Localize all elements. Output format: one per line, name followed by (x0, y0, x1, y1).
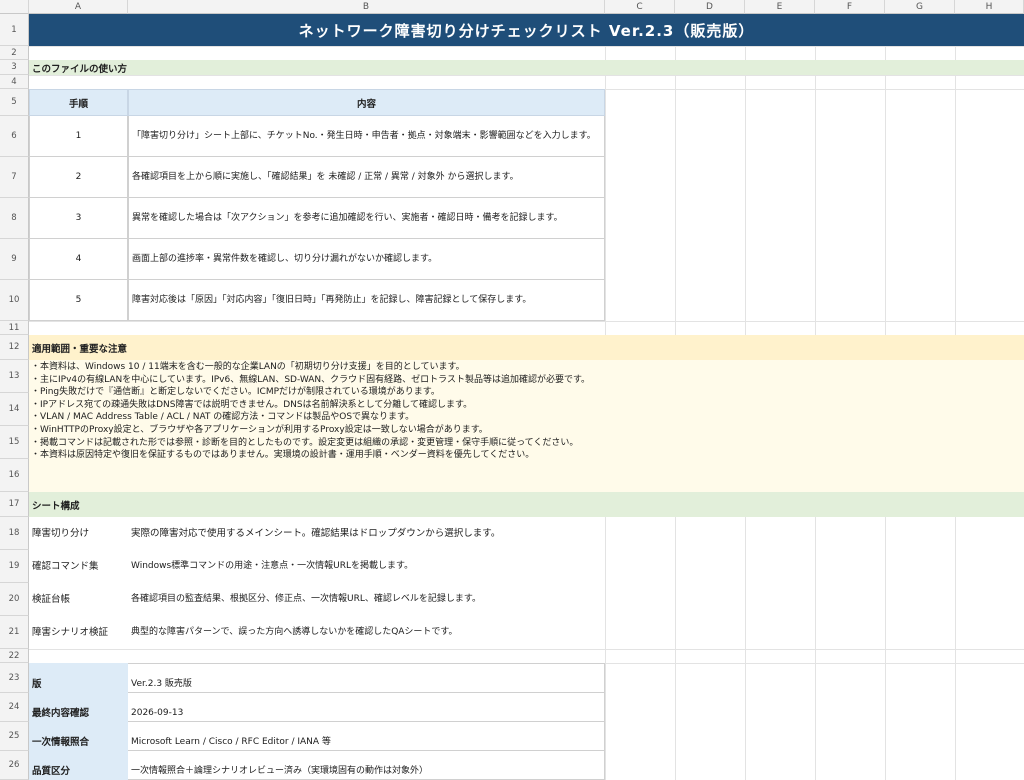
row-header[interactable]: 23 (0, 663, 29, 693)
gridline (29, 649, 1024, 650)
column-header-b[interactable]: B (128, 0, 605, 14)
row-header[interactable]: 12 (0, 335, 29, 360)
row-header[interactable]: 16 (0, 459, 29, 492)
row-header[interactable]: 25 (0, 722, 29, 751)
section-heading-scope[interactable]: 適用範囲・重要な注意 (29, 335, 1024, 360)
note-item: ・本資料は原因特定や復旧を保証するものではありません。実環境の設計書・運用手順・… (31, 450, 535, 461)
row-header[interactable]: 4 (0, 75, 29, 89)
meta-key[interactable]: 版 (29, 663, 128, 693)
note-item: ・主にIPv4の有線LANを中心にしています。IPv6、無線LAN、SD-WAN… (31, 374, 591, 385)
step-number[interactable]: 4 (29, 239, 128, 280)
column-header-g[interactable]: G (885, 0, 955, 14)
row-header[interactable]: 24 (0, 693, 29, 722)
column-header-c[interactable]: C (605, 0, 675, 14)
sheet-name[interactable]: 障害切り分け (29, 517, 128, 550)
sheet-description[interactable]: 典型的な障害パターンで、誤った方向へ誘導しないかを確認したQAシートです。 (128, 616, 605, 649)
row-header[interactable]: 3 (0, 60, 29, 75)
sheet-description[interactable]: Windows標準コマンドの用途・注意点・一次情報URLを掲載します。 (128, 550, 605, 583)
row-header[interactable]: 5 (0, 89, 29, 116)
meta-key[interactable]: 一次情報照合 (29, 722, 128, 751)
section-heading-usage[interactable]: このファイルの使い方 (29, 60, 1024, 75)
step-description[interactable]: 各確認項目を上から順に実施し、「確認結果」を 未確認 / 正常 / 異常 / 対… (128, 157, 605, 198)
row-header[interactable]: 21 (0, 616, 29, 649)
step-number[interactable]: 2 (29, 157, 128, 198)
row-header[interactable]: 22 (0, 649, 29, 663)
column-header-f[interactable]: F (815, 0, 885, 14)
row-header[interactable]: 9 (0, 239, 29, 280)
sheet-name[interactable]: 確認コマンド集 (29, 550, 128, 583)
sheet-description[interactable]: 各確認項目の監査結果、根拠区分、修正点、一次情報URL、確認レベルを記録します。 (128, 583, 605, 616)
row-header[interactable]: 26 (0, 751, 29, 780)
column-header-d[interactable]: D (675, 0, 745, 14)
column-header-a[interactable]: A (29, 0, 128, 14)
sheet-name[interactable]: 検証台帳 (29, 583, 128, 616)
notes-list: ・本資料は、Windows 10 / 11端末を含む一般的な企業LANの「初期切… (31, 361, 590, 462)
step-description[interactable]: 画面上部の進捗率・異常件数を確認し、切り分け漏れがないか確認します。 (128, 239, 605, 280)
note-item: ・Ping失敗だけで『通信断』と断定しないでください。ICMPだけが制限されてい… (31, 387, 440, 398)
meta-value[interactable]: 一次情報照合＋論理シナリオレビュー済み（実環境固有の動作は対象外） (128, 751, 605, 780)
row-header[interactable]: 13 (0, 360, 29, 393)
row-header[interactable]: 10 (0, 280, 29, 321)
row-header[interactable]: 18 (0, 517, 29, 550)
meta-value[interactable]: Ver.2.3 販売版 (128, 663, 605, 693)
sheet-description[interactable]: 実際の障害対応で使用するメインシート。確認結果はドロップダウンから選択します。 (128, 517, 605, 550)
step-number[interactable]: 5 (29, 280, 128, 321)
note-item: ・VLAN / MAC Address Table / ACL / NAT の確… (31, 412, 415, 423)
meta-key[interactable]: 品質区分 (29, 751, 128, 780)
step-number[interactable]: 1 (29, 116, 128, 157)
row-header[interactable]: 15 (0, 426, 29, 459)
meta-key[interactable]: 最終内容確認 (29, 693, 128, 722)
step-description[interactable]: 障害対応後は「原因」「対応内容」「復旧日時」「再発防止」を記録し、障害記録として… (128, 280, 605, 321)
row-header[interactable]: 8 (0, 198, 29, 239)
row-header[interactable]: 20 (0, 583, 29, 616)
row-header[interactable]: 7 (0, 157, 29, 198)
gridline (29, 321, 1024, 322)
note-item: ・掲載コマンドは記載された形では参照・診断を目的としたものです。設定変更は組織の… (31, 437, 579, 448)
note-item: ・WinHTTPのProxy設定と、ブラウザや各アプリケーションが利用するPro… (31, 424, 488, 435)
row-header[interactable]: 1 (0, 14, 29, 46)
meta-value[interactable]: Microsoft Learn / Cisco / RFC Editor / I… (128, 722, 605, 751)
gridline (29, 46, 1024, 47)
column-header-e[interactable]: E (745, 0, 815, 14)
row-header[interactable]: 11 (0, 321, 29, 335)
note-item: ・IPアドレス宛ての疎通失敗はDNS障害では説明できません。DNSは名前解決系と… (31, 399, 473, 410)
step-description[interactable]: 「障害切り分け」シート上部に、チケットNo.・発生日時・申告者・拠点・対象端末・… (128, 116, 605, 157)
row-header[interactable]: 14 (0, 393, 29, 426)
row-header[interactable]: 17 (0, 492, 29, 517)
meta-value[interactable]: 2026-09-13 (128, 693, 605, 722)
note-item: ・本資料は、Windows 10 / 11端末を含む一般的な企業LANの「初期切… (31, 362, 465, 372)
steps-header-content[interactable]: 内容 (128, 89, 605, 116)
column-header-h[interactable]: H (955, 0, 1024, 14)
sheet-title[interactable]: ネットワーク障害切り分けチェックリスト Ver.2.3（販売版） (29, 14, 1024, 46)
step-number[interactable]: 3 (29, 198, 128, 239)
sheet-name[interactable]: 障害シナリオ検証 (29, 616, 128, 649)
section-heading-sheets[interactable]: シート構成 (29, 492, 1024, 517)
row-header[interactable]: 19 (0, 550, 29, 583)
select-all-corner[interactable] (0, 0, 29, 14)
row-header[interactable]: 6 (0, 116, 29, 157)
step-description[interactable]: 異常を確認した場合は「次アクション」を参考に追加確認を行い、実施者・確認日時・備… (128, 198, 605, 239)
spreadsheet: A B C D E F G H 1 2 3 4 5 6 7 8 9 10 11 … (0, 0, 1024, 780)
gridline (29, 75, 1024, 76)
steps-header-step[interactable]: 手順 (29, 89, 128, 116)
row-header[interactable]: 2 (0, 46, 29, 60)
